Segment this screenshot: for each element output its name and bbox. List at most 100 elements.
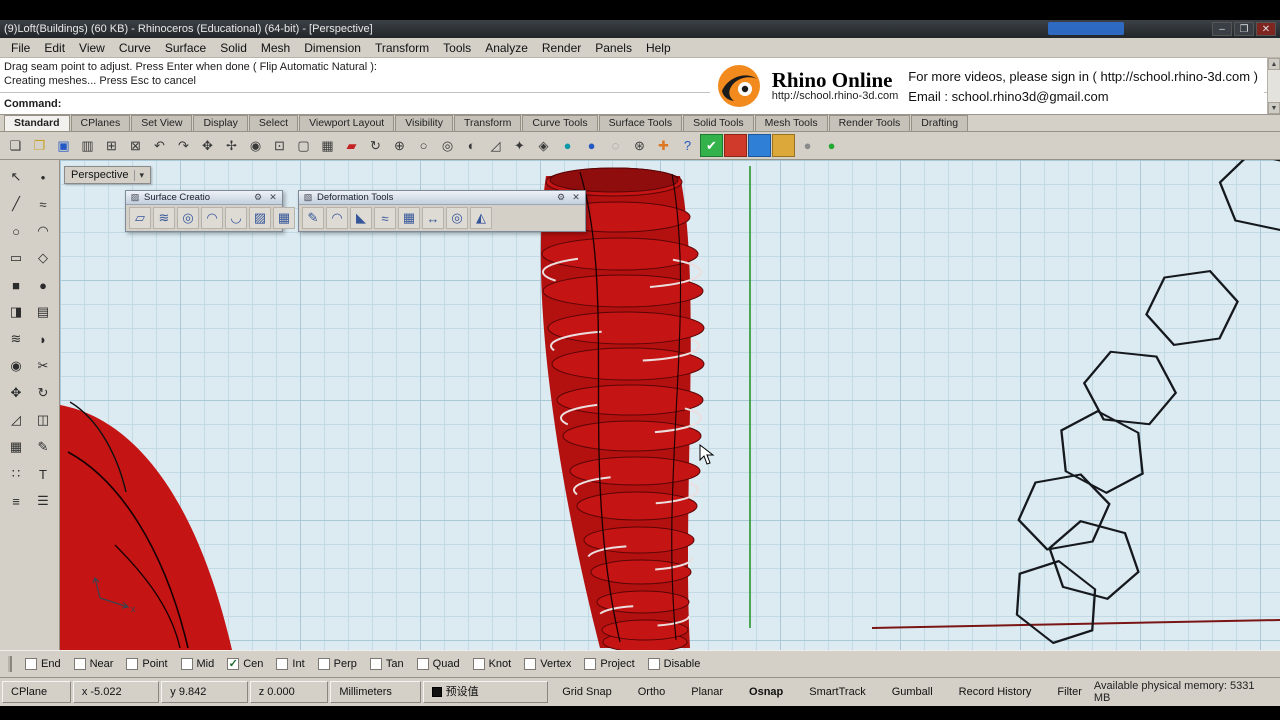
tab-cplanes[interactable]: CPlanes xyxy=(70,115,131,131)
tab-visibility[interactable]: Visibility xyxy=(395,115,453,131)
close-icon[interactable]: ✕ xyxy=(570,192,582,203)
menu-help[interactable]: Help xyxy=(639,39,678,57)
open-file-icon[interactable]: ❐ xyxy=(28,134,51,157)
osnap-disable[interactable]: Disable xyxy=(647,658,700,670)
checkbox[interactable] xyxy=(276,658,289,670)
cplane-button[interactable]: CPlane xyxy=(2,681,71,703)
osnap-project[interactable]: Project xyxy=(584,658,635,670)
stretch-icon[interactable]: ↔ xyxy=(422,207,444,229)
gear-icon[interactable]: ⚙ xyxy=(555,192,567,203)
undo-icon[interactable]: ↶ xyxy=(148,134,171,157)
checkbox[interactable]: ✓ xyxy=(227,658,240,670)
print-icon[interactable]: ▥ xyxy=(76,134,99,157)
toggle-smarttrack[interactable]: SmartTrack xyxy=(797,681,877,703)
osnap-knot[interactable]: Knot xyxy=(472,658,511,670)
lock-icon[interactable]: ◈ xyxy=(532,134,555,157)
menu-render[interactable]: Render xyxy=(535,39,588,57)
checkbox[interactable] xyxy=(25,658,37,670)
tab-surface-tools[interactable]: Surface Tools xyxy=(598,115,683,131)
command-input[interactable] xyxy=(65,97,365,111)
tab-render-tools[interactable]: Render Tools xyxy=(828,115,911,131)
toggle-grid-snap[interactable]: Grid Snap xyxy=(550,681,624,703)
extrude-icon[interactable]: ◨ xyxy=(3,299,29,325)
surface-palette-header[interactable]: ▨ Surface Creatio ⚙ ✕ xyxy=(126,191,282,205)
checkbox[interactable] xyxy=(524,658,537,670)
checkbox[interactable] xyxy=(317,658,330,670)
osnap-point[interactable]: Point xyxy=(126,658,168,670)
menu-file[interactable]: File xyxy=(4,39,37,57)
amber-tile-icon[interactable] xyxy=(772,134,795,157)
key-icon[interactable]: ✦ xyxy=(508,134,531,157)
revolve-icon[interactable]: ◎ xyxy=(177,207,199,229)
zoom-dynamic-icon[interactable]: ◉ xyxy=(244,134,267,157)
toggle-osnap[interactable]: Osnap xyxy=(737,681,795,703)
zoom-window-icon[interactable]: ⊡ xyxy=(268,134,291,157)
box-icon[interactable]: ■ xyxy=(3,272,29,298)
help-icon[interactable]: ? xyxy=(676,134,699,157)
red-tile-icon[interactable] xyxy=(724,134,747,157)
tab-mesh-tools[interactable]: Mesh Tools xyxy=(754,115,828,131)
osnap-end[interactable]: End xyxy=(25,658,61,670)
move-object-icon[interactable]: ✥ xyxy=(3,380,29,406)
osnap-vertex[interactable]: Vertex xyxy=(524,658,571,670)
toggle-filter[interactable]: Filter xyxy=(1045,681,1093,703)
mirror-icon[interactable]: ◫ xyxy=(30,407,56,433)
tab-viewport-layout[interactable]: Viewport Layout xyxy=(299,115,395,131)
copy-icon[interactable]: ⊞ xyxy=(100,134,123,157)
control-points-icon[interactable]: ∷ xyxy=(3,461,29,487)
pan-icon[interactable]: ✥ xyxy=(196,134,219,157)
boolean-icon[interactable]: ◉ xyxy=(3,353,29,379)
osnap-bar-grip[interactable] xyxy=(8,656,12,672)
text-icon[interactable]: T xyxy=(30,461,56,487)
close-button[interactable]: ✕ xyxy=(1256,22,1276,36)
blue-tile-icon[interactable] xyxy=(748,134,771,157)
sphere-icon[interactable]: ● xyxy=(30,272,56,298)
checkbox[interactable] xyxy=(126,658,139,670)
save-icon[interactable]: ▣ xyxy=(52,134,75,157)
close-icon[interactable]: ✕ xyxy=(267,192,279,203)
shade-icon[interactable]: ◐ xyxy=(460,134,483,157)
perspective-viewport[interactable]: x Perspective ▾ ▨ Surface Creatio ⚙ ✕ ▱ … xyxy=(60,160,1280,650)
new-file-icon[interactable]: ❏ xyxy=(4,134,27,157)
units-button[interactable]: Millimeters xyxy=(330,681,421,703)
scale-object-icon[interactable]: ◿ xyxy=(3,407,29,433)
wireframe-icon[interactable]: ◌ xyxy=(604,134,627,157)
flow-icon[interactable]: ≈ xyxy=(374,207,396,229)
toggle-planar[interactable]: Planar xyxy=(679,681,735,703)
tab-display[interactable]: Display xyxy=(193,115,248,131)
osnap-quad[interactable]: Quad xyxy=(416,658,460,670)
osnap-tan[interactable]: Tan xyxy=(369,658,404,670)
tab-set-view[interactable]: Set View xyxy=(131,115,193,131)
srf-3pt-icon[interactable]: ▱ xyxy=(129,207,151,229)
trim-icon[interactable]: ✂ xyxy=(30,353,56,379)
checkbox[interactable] xyxy=(584,658,597,670)
menu-transform[interactable]: Transform xyxy=(368,39,436,57)
render-preview-icon[interactable]: ● xyxy=(580,134,603,157)
patch-icon[interactable]: ▨ xyxy=(249,207,271,229)
sweep1-icon[interactable]: ◠ xyxy=(201,207,223,229)
check-tile-icon[interactable]: ✔ xyxy=(700,134,723,157)
bend-icon[interactable]: ◠ xyxy=(326,207,348,229)
checkbox[interactable] xyxy=(73,658,86,670)
osnap-int[interactable]: Int xyxy=(276,658,305,670)
tab-select[interactable]: Select xyxy=(248,115,299,131)
circle-tool-icon[interactable]: ○ xyxy=(412,134,435,157)
command-scrollbar[interactable]: ▲ ▼ xyxy=(1267,58,1280,114)
circle-icon[interactable]: ○ xyxy=(3,218,29,244)
osnap-mid[interactable]: Mid xyxy=(180,658,214,670)
osnap-cen[interactable]: ✓ Cen xyxy=(227,658,263,670)
array-icon[interactable]: ▦ xyxy=(3,434,29,460)
menu-edit[interactable]: Edit xyxy=(37,39,72,57)
move-icon[interactable]: ✢ xyxy=(220,134,243,157)
udt-pencil-icon[interactable]: ✎ xyxy=(302,207,324,229)
copy-object-icon[interactable]: ⊕ xyxy=(388,134,411,157)
paste-icon[interactable]: ⊠ xyxy=(124,134,147,157)
tab-curve-tools[interactable]: Curve Tools xyxy=(522,115,598,131)
tab-standard[interactable]: Standard xyxy=(4,115,70,131)
green-ball-icon[interactable]: ● xyxy=(820,134,843,157)
scroll-up-icon[interactable]: ▲ xyxy=(1268,58,1280,70)
loft-icon[interactable]: ≋ xyxy=(3,326,29,352)
tab-drafting[interactable]: Drafting xyxy=(911,115,969,131)
tab-solid-tools[interactable]: Solid Tools xyxy=(683,115,754,131)
named-view-icon[interactable]: ▰ xyxy=(340,134,363,157)
